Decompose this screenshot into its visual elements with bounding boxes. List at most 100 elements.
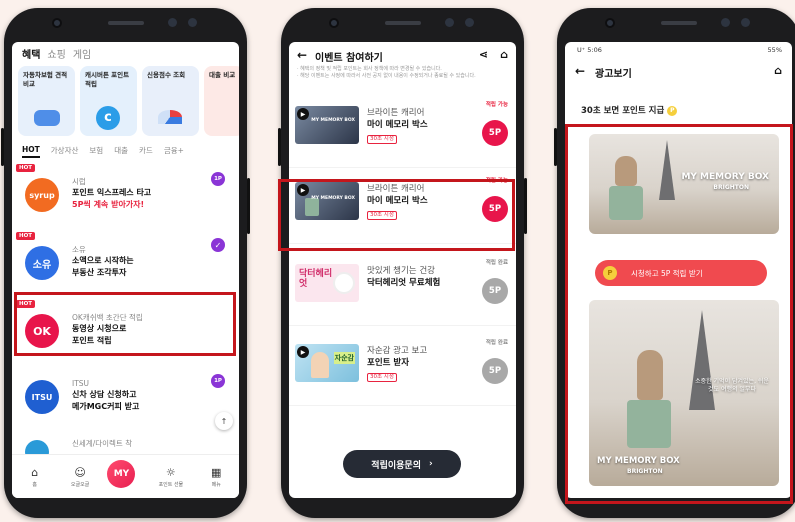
nav-label: 메뉴 bbox=[211, 481, 221, 488]
front-camera bbox=[52, 18, 62, 28]
list-item-itsu[interactable]: ITSU ITSU 신차 상담 신청하고 메가MGC커피 받고 1P bbox=[12, 372, 239, 434]
phone-frame-events: ← 이벤트 참여하기 ⋖ ⌂ · 혜택의 정책 및 적립 포인트는 회사 정책에… bbox=[278, 8, 527, 518]
ad-header: ← 광고보기 ⌂ bbox=[575, 64, 782, 80]
nav-label: 포인트 선물 bbox=[158, 481, 184, 488]
duration-tag: 30초 시청 bbox=[367, 372, 397, 383]
event-text: 자순감 광고 보고 포인트 받자 30초 시청 bbox=[367, 346, 427, 383]
event-item-2[interactable]: ▶ MY MEMORY BOX 브라이튼 캐리어 마이 메모리 박스 30초 시… bbox=[289, 170, 516, 244]
category-card[interactable]: 카드 bbox=[139, 145, 153, 158]
watch-label: 시청하고 5P 적립 받기 bbox=[631, 268, 703, 278]
point-button[interactable]: 5P bbox=[482, 120, 508, 146]
list-item-soyou[interactable]: HOT 소유 소유 소액으로 시작하는 부동산 조각투자 ✓ bbox=[12, 232, 239, 294]
person-shape bbox=[615, 156, 637, 186]
chevron-right-icon: › bbox=[428, 459, 433, 469]
event-status: 적립 완료 bbox=[485, 340, 508, 346]
watch-earn-button[interactable]: P 시청하고 5P 적립 받기 bbox=[595, 260, 767, 286]
home-icon[interactable]: ⌂ bbox=[774, 64, 782, 77]
tab-game[interactable]: 게임 bbox=[73, 46, 91, 61]
card-label: 자동차보험 견적비교 bbox=[23, 71, 68, 88]
category-loan[interactable]: 대출 bbox=[114, 145, 128, 158]
point-badge: 1P bbox=[211, 374, 225, 388]
category-hot[interactable]: HOT bbox=[22, 145, 40, 158]
event-line1: 자순감 광고 보고 bbox=[367, 346, 428, 356]
nav-label: 오글오글 bbox=[70, 481, 90, 488]
inquiry-button[interactable]: 적립이용문의 › bbox=[343, 450, 461, 478]
front-camera bbox=[329, 18, 339, 28]
ad-banner-top[interactable]: MY MEMORY BOX BRIGHTON bbox=[589, 134, 779, 234]
status-bar: U⁺ 5:06 55% bbox=[577, 46, 782, 54]
my-button[interactable]: MY bbox=[107, 459, 136, 488]
eiffel-tower-shape bbox=[689, 310, 715, 410]
thumb-title: 닥터헤리엇 bbox=[299, 269, 333, 289]
top-tabs: 혜택 쇼핑 게임 bbox=[22, 46, 91, 61]
eiffel-tower-shape bbox=[659, 140, 675, 200]
event-line2: 포인트 받자 bbox=[367, 357, 410, 368]
tab-benefits[interactable]: 혜택 bbox=[22, 46, 40, 61]
scroll-top-button[interactable]: ↑ bbox=[215, 412, 233, 430]
item-line2: 메가MGC커피 받고 bbox=[72, 402, 140, 412]
status-battery: 55% bbox=[767, 46, 782, 54]
ad-title: MY MEMORY BOX bbox=[681, 172, 769, 182]
item-line2: 포인트 적립 bbox=[72, 336, 112, 346]
nav-gift[interactable]: ☼ 포인트 선물 bbox=[153, 466, 189, 488]
child-image bbox=[311, 352, 329, 378]
soyou-logo: 소유 bbox=[25, 246, 59, 280]
card-loan-compare[interactable]: 대출 비교 bbox=[204, 66, 239, 136]
event-line1: 맛있게 챙기는 건강 bbox=[367, 266, 435, 276]
item-text: 소유 소액으로 시작하는 부동산 조각투자 bbox=[72, 244, 202, 279]
share-icon[interactable]: ⋖ bbox=[479, 48, 488, 61]
card-car-insurance[interactable]: 자동차보험 견적비교 bbox=[18, 66, 75, 136]
page-title: 이벤트 참여하기 bbox=[315, 53, 383, 64]
inquiry-label: 적립이용문의 bbox=[371, 460, 421, 471]
hot-badge: HOT bbox=[16, 232, 36, 240]
gift-icon: ☼ bbox=[165, 465, 176, 479]
back-arrow-icon[interactable]: ← bbox=[297, 48, 307, 62]
syrup-logo: syrup bbox=[25, 178, 59, 212]
event-line1: 브라이튼 캐리어 bbox=[367, 184, 425, 194]
item-name: 시럽 bbox=[72, 177, 86, 186]
nav-home[interactable]: ⌂ 홈 bbox=[17, 466, 53, 488]
event-item-1[interactable]: ▶ MY MEMORY BOX 브라이튼 캐리어 마이 메모리 박스 30초 시… bbox=[289, 94, 516, 168]
event-item-3[interactable]: 닥터헤리엇 맛있게 챙기는 건강 닥터헤리엇 무료체험 적립 완료 5P bbox=[289, 252, 516, 326]
sensor bbox=[741, 18, 750, 27]
nav-menu[interactable]: ▦ 메뉴 bbox=[198, 466, 234, 488]
speaker-grill bbox=[108, 21, 144, 25]
nav-chat[interactable]: ☺ 오글오글 bbox=[62, 466, 98, 488]
list-item-syrup[interactable]: HOT syrup 시럽 포인트 익스프레스 타고 5P씩 계속 받아가자! 1… bbox=[12, 164, 239, 226]
thumb-title: MY MEMORY BOX bbox=[311, 118, 355, 123]
event-thumbnail: ▶ MY MEMORY BOX bbox=[295, 182, 359, 220]
dog-image bbox=[333, 272, 355, 294]
item-name: 신세계/다이렉트 착 bbox=[72, 439, 133, 448]
home-icon[interactable]: ⌂ bbox=[500, 48, 508, 61]
category-finance[interactable]: 금융+ bbox=[164, 145, 184, 158]
event-item-4[interactable]: ▶ 자순감 자순감 광고 보고 포인트 받자 30초 시청 적립 완료 5P bbox=[289, 332, 516, 406]
coin-icon: P bbox=[667, 105, 678, 116]
card-credit-score[interactable]: 신용점수 조회 bbox=[142, 66, 199, 136]
notice-text: · 혜택의 정책 및 적립 포인트는 회사 정책에 따라 변경될 수 있습니다.… bbox=[297, 66, 476, 80]
item-line2: 5P씩 계속 받아가자! bbox=[72, 200, 145, 210]
point-button[interactable]: 5P bbox=[482, 196, 508, 222]
event-status: 적립 가능 bbox=[485, 178, 508, 184]
category-crypto[interactable]: 가상자산 bbox=[51, 145, 79, 158]
ad-brand: BRIGHTON bbox=[627, 468, 663, 475]
nav-my[interactable]: MY bbox=[107, 459, 143, 488]
list-item-okcashbag[interactable]: HOT OK OK캐쉬백 초간단 적립 동영상 시청으로 포인트 적립 bbox=[12, 300, 239, 362]
suitcase-shape bbox=[627, 400, 671, 448]
ad-banner-bottom[interactable]: 소중한 기억이 담겨있는, 쉬운 것도 여행의 일부다 MY MEMORY BO… bbox=[589, 300, 779, 486]
event-status: 적립 가능 bbox=[485, 102, 508, 108]
item-name: ITSU bbox=[72, 379, 90, 388]
sensor bbox=[721, 18, 730, 27]
tab-shopping[interactable]: 쇼핑 bbox=[47, 46, 65, 61]
phone-frame-ad: U⁺ 5:06 55% ← 광고보기 ⌂ 30초 보면 포인트 지급 P MY M… bbox=[554, 8, 795, 518]
event-line1: 브라이튼 캐리어 bbox=[367, 108, 425, 118]
back-arrow-icon[interactable]: ← bbox=[575, 64, 585, 78]
subtitle-text: 30초 보면 포인트 지급 bbox=[581, 106, 665, 116]
event-text: 브라이튼 캐리어 마이 메모리 박스 30초 시청 bbox=[367, 184, 428, 221]
play-icon: ▶ bbox=[297, 108, 309, 120]
item-name: 소유 bbox=[72, 245, 86, 254]
list-item-partial[interactable]: 신세계/다이렉트 착 bbox=[12, 434, 239, 464]
ad-title: MY MEMORY BOX bbox=[597, 456, 680, 466]
event-thumbnail: ▶ 자순감 bbox=[295, 344, 359, 382]
category-insurance[interactable]: 보험 bbox=[89, 145, 103, 158]
card-cash-button[interactable]: 캐시버튼 포인트 적립 c bbox=[80, 66, 137, 136]
